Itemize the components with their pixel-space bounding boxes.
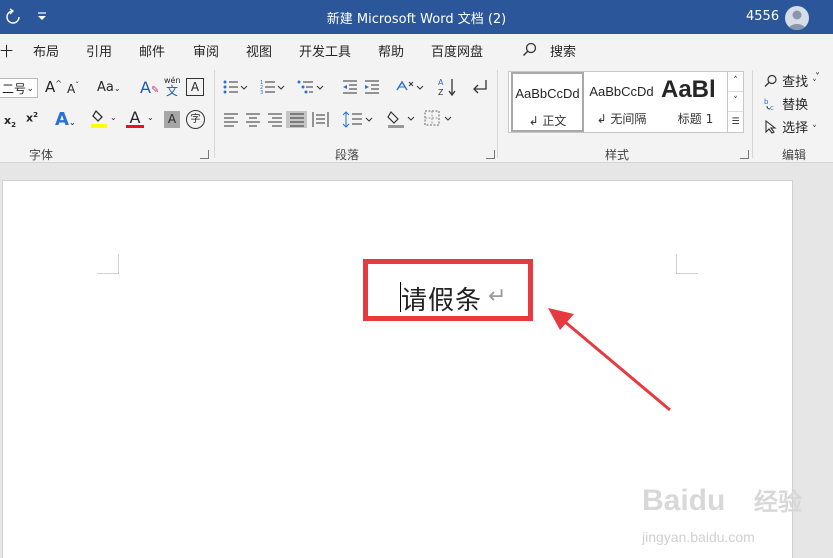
chevron-down-icon[interactable]: ⌄: [147, 113, 154, 122]
search-icon[interactable]: [522, 42, 537, 57]
replace-button[interactable]: bc 替换: [764, 94, 808, 113]
styles-gallery: AaBbCcDd ↲ 正文 AaBbCcDd ↲ 无间隔 AaBl 标题 1 ˄…: [508, 71, 744, 133]
svg-text:c: c: [770, 104, 774, 111]
svg-text:3: 3: [260, 90, 263, 95]
line-spacing-icon[interactable]: [343, 111, 373, 128]
bullets-icon: [223, 80, 238, 94]
annotation-arrow-icon: [548, 308, 671, 412]
paragraph-dialog-launcher-icon[interactable]: [486, 150, 495, 159]
sort-icon[interactable]: AZ: [438, 77, 458, 97]
change-case-icon[interactable]: Aa⌄: [97, 80, 121, 95]
subscript-icon[interactable]: x2: [4, 114, 16, 129]
annotation-highlight-box: [363, 259, 533, 321]
text-effects-icon[interactable]: A⌄: [55, 109, 76, 130]
title-bar: 新建 Microsoft Word 文档 (2) 4556: [0, 0, 833, 34]
baidu-watermark: Baidu 经验 jingyan.baidu.com: [642, 484, 802, 545]
user-name[interactable]: 4556: [746, 9, 779, 24]
margin-corner-top-left: [97, 254, 119, 274]
tab-view[interactable]: 视图: [246, 41, 272, 60]
chinese-layout-icon[interactable]: [396, 78, 424, 96]
character-border-icon[interactable]: A: [186, 78, 204, 96]
font-size-select[interactable]: 二号 ⌄: [0, 78, 38, 98]
font-dialog-launcher-icon[interactable]: [200, 150, 209, 159]
font-size-value: 二号: [2, 82, 27, 96]
chevron-down-icon: ⌄: [26, 84, 34, 94]
style-no-spacing[interactable]: AaBbCcDd ↲ 无间隔: [585, 72, 658, 132]
tab-design[interactable]: 十: [0, 41, 13, 60]
search-icon: [764, 74, 777, 87]
collapse-ribbon-icon[interactable]: ˅: [815, 72, 820, 83]
superscript-icon[interactable]: x2: [26, 111, 38, 125]
font-color-icon[interactable]: A: [126, 108, 144, 128]
chevron-down-icon[interactable]: ⌄: [110, 113, 117, 122]
decrease-indent-icon: [343, 80, 357, 94]
increase-indent-icon: [365, 80, 379, 94]
show-formatting-marks-icon[interactable]: [470, 78, 490, 96]
watermark-url: jingyan.baidu.com: [642, 529, 755, 545]
chevron-down-icon: ˅: [812, 125, 817, 135]
tab-layout[interactable]: 布局: [33, 41, 59, 60]
select-button[interactable]: 选择 ˅: [764, 117, 817, 136]
svg-text:Z: Z: [438, 88, 444, 97]
font-group-label: 字体: [29, 148, 54, 162]
divider: [214, 70, 215, 158]
numbering-icon: 123: [260, 80, 275, 95]
paragraph-shading-icon[interactable]: [387, 109, 417, 129]
tab-mailings[interactable]: 邮件: [139, 41, 165, 60]
highlight-color-icon[interactable]: [90, 109, 108, 133]
margin-corner-top-right: [676, 254, 698, 274]
tab-help[interactable]: 帮助: [378, 41, 404, 60]
enclose-characters-icon[interactable]: 字: [186, 110, 205, 129]
svg-text:b: b: [764, 98, 769, 106]
watermark-brand: Baidu: [642, 484, 725, 517]
scroll-down-icon[interactable]: ˅: [728, 92, 743, 112]
scroll-up-icon[interactable]: ˄: [728, 72, 743, 92]
window-title: 新建 Microsoft Word 文档 (2): [326, 12, 507, 27]
ribbon-tabs: 十 布局 引用 邮件 审阅 视图 开发工具 帮助 百度网盘 搜索: [0, 34, 833, 64]
shrink-font-icon[interactable]: Aˇ: [67, 81, 79, 96]
indent-buttons: [343, 80, 379, 94]
styles-group-label: 样式: [605, 148, 630, 162]
svg-text:A: A: [438, 78, 444, 87]
style-heading-1[interactable]: AaBl 标题 1: [659, 72, 732, 132]
distributed-icon: [312, 112, 329, 127]
paragraph-group-label: 段落: [335, 148, 360, 162]
watermark-brand-cn: 经验: [754, 488, 802, 516]
cursor-icon: [765, 119, 777, 134]
list-buttons: 123: [223, 80, 285, 95]
divider: [497, 70, 498, 158]
clear-formatting-icon[interactable]: A✎: [140, 78, 159, 97]
tab-baidu-netdisk[interactable]: 百度网盘: [431, 41, 483, 60]
tab-review[interactable]: 审阅: [193, 41, 219, 60]
phonetic-guide-icon[interactable]: wén 文: [164, 76, 181, 97]
editing-group-label: 编辑: [782, 148, 807, 162]
find-button[interactable]: 查找 ˅: [764, 71, 817, 90]
borders-icon[interactable]: [424, 110, 456, 128]
alignment-buttons: [224, 111, 329, 128]
styles-scroll: ˄ ˅ ☰: [727, 72, 743, 132]
avatar[interactable]: [785, 6, 809, 30]
align-right-icon: [268, 113, 282, 127]
grow-font-icon[interactable]: A^: [45, 78, 62, 96]
styles-dialog-launcher-icon[interactable]: [740, 150, 749, 159]
user-icon: [788, 10, 806, 30]
style-normal[interactable]: AaBbCcDd ↲ 正文: [511, 72, 584, 132]
styles-more-icon[interactable]: ☰: [728, 112, 743, 132]
divider: [752, 70, 753, 158]
align-center-icon: [246, 113, 260, 127]
multilevel-list-icon[interactable]: [297, 79, 327, 95]
replace-icon: bc: [764, 98, 774, 112]
search-box[interactable]: 搜索: [550, 41, 576, 60]
align-left-icon: [224, 113, 238, 127]
tab-developer[interactable]: 开发工具: [299, 41, 351, 60]
character-shading-icon[interactable]: A: [164, 111, 180, 128]
tab-references[interactable]: 引用: [86, 41, 112, 60]
